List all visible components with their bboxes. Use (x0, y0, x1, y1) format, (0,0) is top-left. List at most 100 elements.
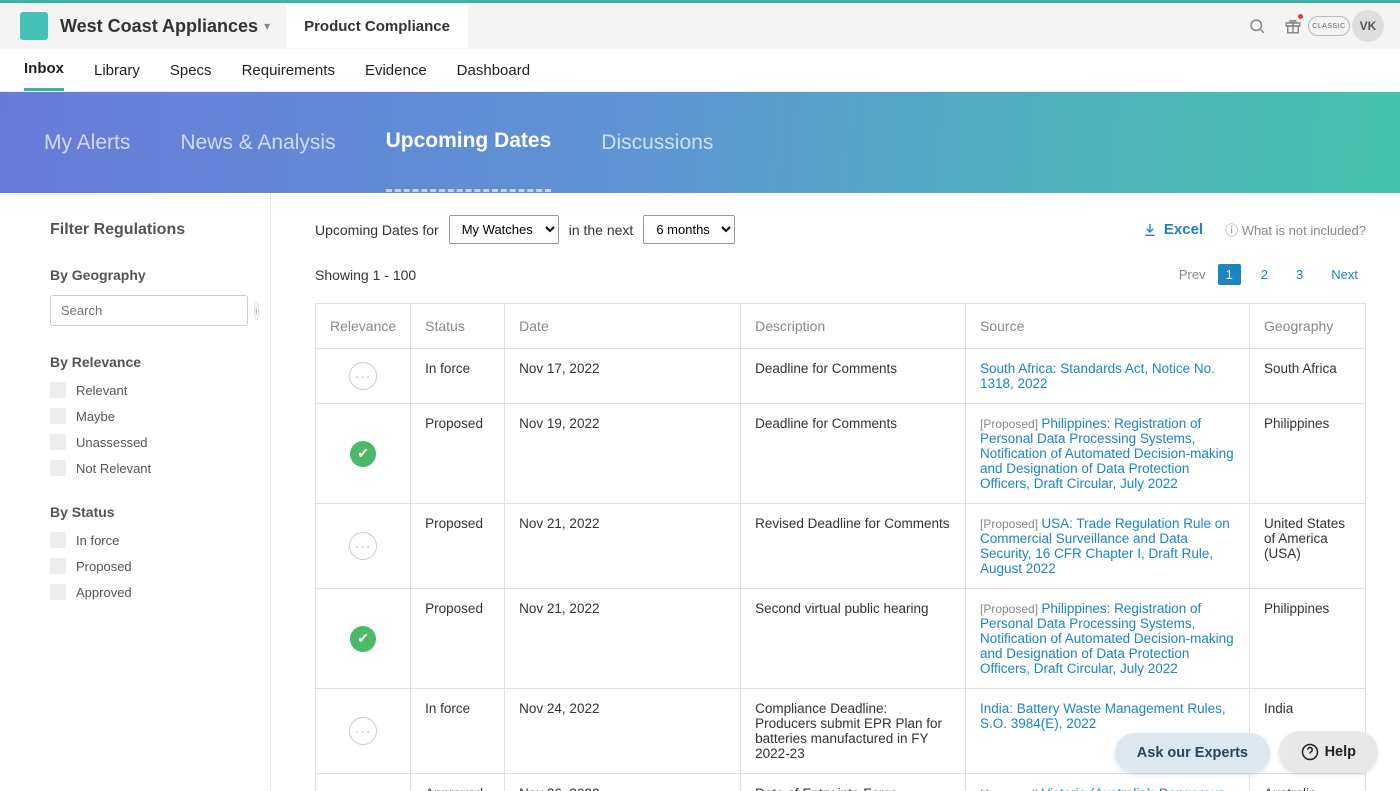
org-name[interactable]: West Coast Appliances (60, 16, 258, 37)
filter-section-relevance: By Relevance (50, 354, 248, 370)
cell-geography: United States of America (USA) (1250, 504, 1366, 589)
table-row: ···ProposedNov 21, 2022Revised Deadline … (316, 504, 1366, 589)
cell-description: Compliance Deadline: Producers submit EP… (741, 689, 966, 774)
filter-section-status: By Status (50, 504, 248, 520)
cell-date: Nov 21, 2022 (505, 589, 741, 689)
nav-item-evidence[interactable]: Evidence (365, 51, 427, 90)
nav-item-library[interactable]: Library (94, 51, 140, 90)
col-header-source[interactable]: Source (966, 304, 1250, 349)
filter-relevance-unassessed[interactable]: Unassessed (50, 434, 248, 450)
export-excel-button[interactable]: Excel (1142, 221, 1203, 238)
cell-source: [Approved] Victoria (Australia): Dangero… (966, 774, 1250, 791)
pager-page-3[interactable]: 3 (1288, 264, 1311, 285)
watch-select[interactable]: My Watches (449, 215, 559, 244)
cell-date: Nov 24, 2022 (505, 689, 741, 774)
cell-date: Nov 26, 2022 (505, 774, 741, 791)
cell-description: Second virtual public hearing (741, 589, 966, 689)
source-status-tag: [Proposed] (980, 517, 1041, 531)
cell-geography: Philippines (1250, 404, 1366, 504)
filter-relevance-relevant[interactable]: Relevant (50, 382, 248, 398)
hero-tab-my-alerts[interactable]: My Alerts (44, 95, 130, 191)
relevance-menu-icon[interactable]: ··· (349, 532, 377, 560)
col-header-relevance[interactable]: Relevance (316, 304, 411, 349)
pager-prev[interactable]: Prev (1179, 267, 1206, 282)
relevance-menu-icon[interactable]: ··· (349, 717, 377, 745)
cell-geography: Philippines (1250, 589, 1366, 689)
ask-experts-button[interactable]: Ask our Experts (1115, 733, 1270, 773)
cell-description: Date of Entry into Force (741, 774, 966, 791)
nav-item-inbox[interactable]: Inbox (24, 49, 64, 91)
range-select[interactable]: 6 months (643, 215, 735, 244)
nav-item-requirements[interactable]: Requirements (242, 51, 335, 90)
col-header-date[interactable]: Date (505, 304, 741, 349)
filter-status-in-force[interactable]: In force (50, 532, 248, 548)
cell-description: Deadline for Comments (741, 404, 966, 504)
source-link[interactable]: South Africa: Standards Act, Notice No. … (980, 361, 1215, 391)
product-tab[interactable]: Product Compliance (286, 5, 468, 48)
classic-toggle[interactable]: CLASSIC (1314, 11, 1344, 41)
filter-status-proposed[interactable]: Proposed (50, 558, 248, 574)
upcoming-dates-for-label: Upcoming Dates for (315, 222, 439, 238)
source-link[interactable]: India: Battery Waste Management Rules, S… (980, 701, 1226, 731)
table-row: ··· In forceNov 17, 2022Deadline for Comm… (316, 349, 1366, 404)
nav-item-dashboard[interactable]: Dashboard (457, 51, 530, 90)
hero-tab-upcoming-dates[interactable]: Upcoming Dates (386, 93, 552, 192)
filter-sidebar: Filter Regulations By Geography i By Rel… (28, 193, 271, 791)
cell-source: [Proposed] USA: Trade Regulation Rule on… (966, 504, 1250, 589)
nav-bar: Inbox Library Specs Requirements Evidence Das… (0, 49, 1400, 92)
checkbox-icon (50, 460, 66, 476)
pager-next[interactable]: Next (1323, 264, 1366, 285)
pagination: Prev 123 Next (1179, 264, 1366, 285)
table-row: ✔ProposedNov 19, 2022Deadline for Commen… (316, 404, 1366, 504)
col-header-status[interactable]: Status (411, 304, 505, 349)
checkbox-icon (50, 382, 66, 398)
user-avatar[interactable]: VK (1352, 10, 1384, 42)
table-row: ···ApprovedNov 26, 2022Date of Entry int… (316, 774, 1366, 791)
filter-relevance-not-relevant[interactable]: Not Relevant (50, 460, 248, 476)
pager-page-1[interactable]: 1 (1218, 264, 1241, 285)
upcoming-dates-table: RelevanceStatusDateDescriptionSourceGeog… (315, 303, 1366, 791)
cell-date: Nov 17, 2022 (505, 349, 741, 404)
top-bar: West Coast Appliances ▾ Product Complian… (0, 3, 1400, 49)
cell-source: South Africa: Standards Act, Notice No. … (966, 349, 1250, 404)
filter-relevance-maybe[interactable]: Maybe (50, 408, 248, 424)
what-not-included-link[interactable]: What is not included? (1225, 220, 1366, 239)
cell-source: [Proposed] Philippines: Registration of … (966, 404, 1250, 504)
checkbox-icon (50, 558, 66, 574)
cell-status: Proposed (411, 404, 505, 504)
cell-geography: Australia (1250, 774, 1366, 791)
table-row: ✔ ProposedNov 21, 2022Second virtual publ… (316, 589, 1366, 689)
org-logo[interactable] (20, 12, 48, 40)
source-status-tag: [Proposed] (980, 602, 1041, 616)
hero-tab-news-analysis[interactable]: News & Analysis (180, 95, 335, 191)
filter-section-geography: By Geography (50, 267, 248, 283)
relevance-menu-icon[interactable]: ··· (349, 362, 377, 390)
nav-item-specs[interactable]: Specs (170, 51, 212, 90)
cell-status: Proposed (411, 589, 505, 689)
cell-status: Proposed (411, 504, 505, 589)
gift-icon[interactable] (1278, 11, 1308, 41)
help-button[interactable]: Help (1279, 731, 1378, 773)
relevance-check-icon[interactable]: ✔ (350, 441, 376, 467)
checkbox-icon (50, 532, 66, 548)
source-status-tag: [Proposed] (980, 417, 1041, 431)
col-header-geography[interactable]: Geography (1250, 304, 1366, 349)
info-icon[interactable]: i (254, 302, 259, 320)
geography-search-input[interactable] (50, 295, 248, 326)
filter-status-approved[interactable]: Approved (50, 584, 248, 600)
main-content: Upcoming Dates for My Watches in the nex… (271, 193, 1400, 791)
cell-description: Deadline for Comments (741, 349, 966, 404)
col-header-description[interactable]: Description (741, 304, 966, 349)
relevance-check-icon[interactable]: ✔ (350, 626, 376, 652)
cell-status: In force (411, 349, 505, 404)
pager-page-2[interactable]: 2 (1253, 264, 1276, 285)
notification-dot (1297, 13, 1304, 20)
org-chevron-down-icon[interactable]: ▾ (264, 19, 270, 33)
checkbox-icon (50, 434, 66, 450)
sidebar-title: Filter Regulations (50, 221, 248, 239)
hero-tab-discussions[interactable]: Discussions (601, 95, 713, 191)
hero-tabs: My Alerts News & Analysis Upcoming Dates Di… (0, 92, 1400, 193)
cell-source: [Proposed] Philippines: Registration of … (966, 589, 1250, 689)
search-icon[interactable] (1242, 11, 1272, 41)
cell-description: Revised Deadline for Comments (741, 504, 966, 589)
